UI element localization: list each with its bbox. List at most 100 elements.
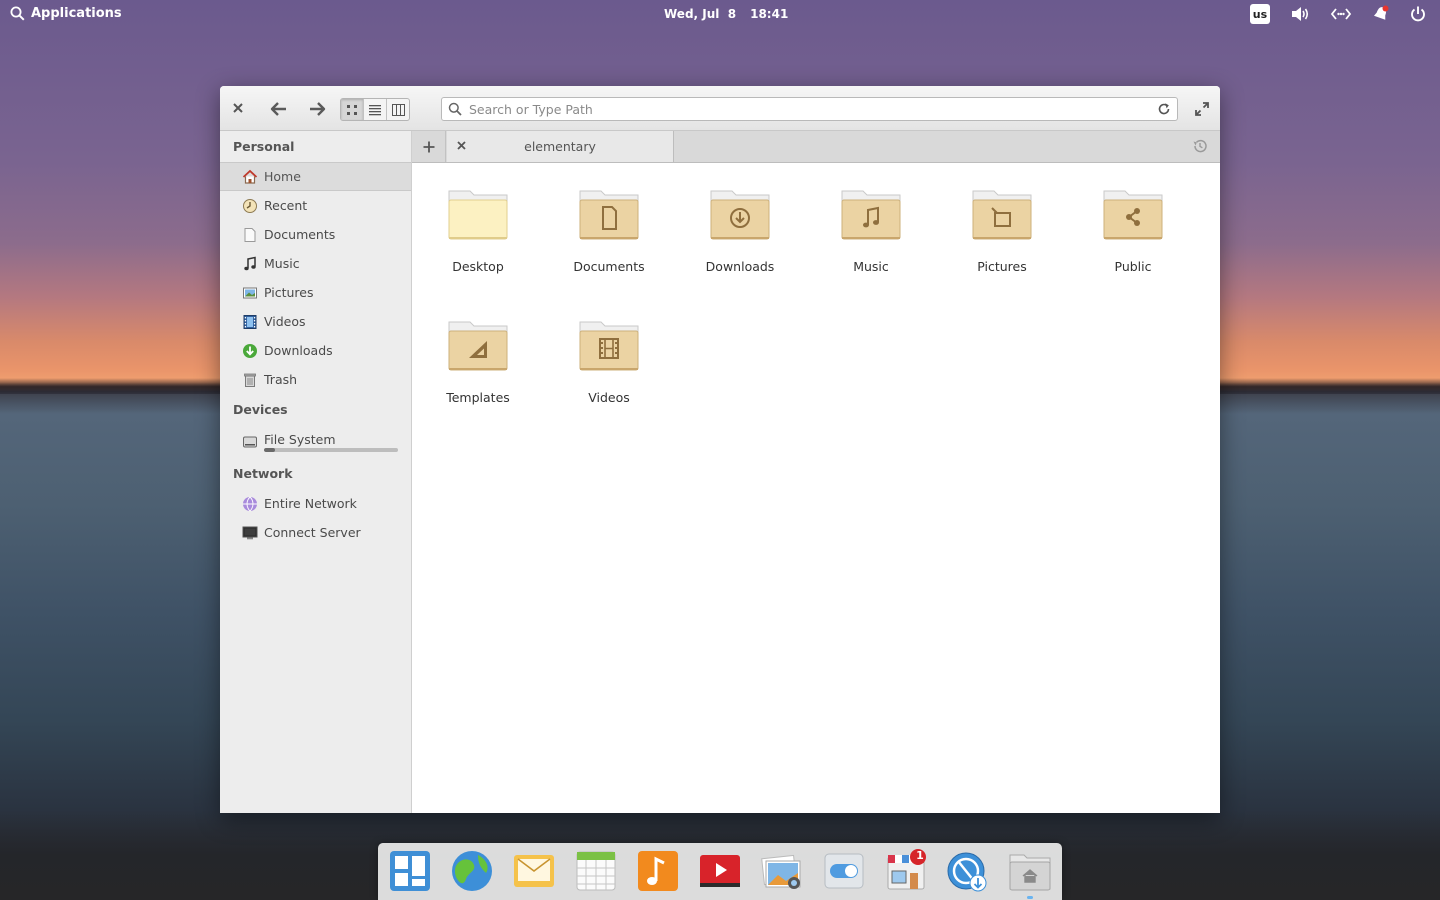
sidebar-item-home[interactable]: Home <box>220 162 411 191</box>
sidebar-heading-personal[interactable]: Personal <box>220 131 411 162</box>
folder-public-icon <box>1103 190 1163 240</box>
folder-public[interactable]: Public <box>1078 187 1188 297</box>
sidebar-item-label: Home <box>264 169 301 184</box>
close-icon <box>456 141 466 150</box>
videos-player-icon[interactable] <box>698 849 742 893</box>
time-text: 18:41 <box>750 7 789 21</box>
music-icon <box>242 256 258 272</box>
sidebar-item-entire-network[interactable]: Entire Network <box>220 489 411 518</box>
list-view-button[interactable] <box>364 99 387 120</box>
sidebar-item-videos[interactable]: Videos <box>220 307 411 336</box>
folder-music[interactable]: Music <box>816 187 926 297</box>
sidebar-item-pictures[interactable]: Pictures <box>220 278 411 307</box>
folder-documents[interactable]: Documents <box>554 187 664 297</box>
file-system-group: File System <box>264 432 398 452</box>
new-tab-button[interactable] <box>412 131 446 162</box>
multitasking-view-icon[interactable] <box>388 849 432 893</box>
header-bar <box>220 86 1220 131</box>
music-player-icon[interactable] <box>636 849 680 893</box>
location-bar <box>441 97 1178 121</box>
search-icon <box>448 102 462 116</box>
sidebar-item-recent[interactable]: Recent <box>220 191 411 220</box>
system-settings-icon[interactable] <box>822 849 866 893</box>
files-icon[interactable] <box>1008 849 1052 893</box>
calendar-icon[interactable] <box>574 849 618 893</box>
sidebar-item-music[interactable]: Music <box>220 249 411 278</box>
sidebar-item-connect-server[interactable]: Connect Server <box>220 518 411 547</box>
sidebar-item-label: Documents <box>264 227 336 242</box>
icon-view-button[interactable] <box>341 99 364 120</box>
indicator-area: us <box>1250 4 1426 24</box>
folder-templates-icon <box>448 321 508 371</box>
mail-icon[interactable] <box>512 849 556 893</box>
disk-usage-bar <box>264 447 398 452</box>
photos-icon[interactable] <box>760 849 804 893</box>
reload-icon[interactable] <box>1157 102 1171 116</box>
sidebar-item-trash[interactable]: Trash <box>220 365 411 394</box>
pictures-icon <box>242 285 258 301</box>
sidebar-item-label: Recent <box>264 198 308 213</box>
applications-menu[interactable]: Applications <box>10 6 122 21</box>
tab-close-button[interactable] <box>447 139 475 154</box>
power-icon[interactable] <box>1410 5 1426 23</box>
date-time-indicator[interactable]: Wed, Jul 8 18:41 <box>664 7 788 21</box>
maximize-icon <box>1195 102 1209 116</box>
keyboard-layout-indicator[interactable]: us <box>1250 4 1270 24</box>
folder-templates[interactable]: Templates <box>423 318 533 428</box>
folder-videos[interactable]: Videos <box>554 318 664 428</box>
list-icon <box>369 104 381 115</box>
back-button[interactable] <box>267 98 291 120</box>
folder-label: Downloads <box>705 259 775 274</box>
arrow-right-icon <box>310 102 326 116</box>
folder-documents-icon <box>579 190 639 240</box>
column-view-button[interactable] <box>387 99 409 120</box>
network-connection-icon[interactable] <box>1330 5 1352 23</box>
folder-pictures[interactable]: Pictures <box>947 187 1057 297</box>
tab-bar: elementary <box>412 131 1220 163</box>
search-icon <box>10 6 25 21</box>
folder-downloads[interactable]: Downloads <box>685 187 795 297</box>
grid-icon <box>347 104 357 115</box>
folder-label: Public <box>1114 259 1152 274</box>
folder-desktop[interactable]: Desktop <box>423 187 533 297</box>
network-icon <box>242 496 258 512</box>
downloads-icon <box>242 343 258 359</box>
document-icon <box>242 227 258 243</box>
search-path-input[interactable] <box>469 101 1157 117</box>
download-manager-icon[interactable] <box>946 849 990 893</box>
folder-label: Documents <box>573 259 645 274</box>
drive-icon <box>242 434 258 450</box>
sidebar: Personal Home Recent Documents Music Pic… <box>220 131 412 813</box>
close-window-button[interactable] <box>228 98 248 118</box>
close-icon <box>233 103 243 113</box>
sidebar-item-label: Connect Server <box>264 525 361 540</box>
sidebar-item-downloads[interactable]: Downloads <box>220 336 411 365</box>
folder-pictures-icon <box>972 190 1032 240</box>
sidebar-item-label: Entire Network <box>264 496 357 511</box>
file-view: Desktop Documents Downloads Music Pictur… <box>413 164 1220 813</box>
folder-label: Desktop <box>452 259 504 274</box>
web-browser-icon[interactable] <box>450 849 494 893</box>
folder-label: Templates <box>446 390 510 405</box>
columns-icon <box>391 103 405 116</box>
running-indicator <box>1027 896 1033 899</box>
maximize-button[interactable] <box>1192 99 1212 119</box>
sidebar-item-label: File System <box>264 431 336 447</box>
tab-elementary[interactable]: elementary <box>447 131 674 162</box>
disk-usage-fill <box>264 447 275 452</box>
folder-videos-icon <box>579 321 639 371</box>
forward-button[interactable] <box>305 98 329 120</box>
sidebar-item-label: Trash <box>264 372 298 387</box>
sidebar-item-documents[interactable]: Documents <box>220 220 411 249</box>
closed-tabs-history-button[interactable] <box>1192 138 1208 154</box>
folder-label: Music <box>853 259 889 274</box>
applications-label: Applications <box>31 6 122 21</box>
tab-label: elementary <box>524 139 596 154</box>
volume-icon[interactable] <box>1290 5 1310 23</box>
sidebar-item-file-system[interactable]: File System <box>220 425 411 458</box>
date-text: Wed, Jul 8 <box>664 7 737 21</box>
sidebar-heading-network[interactable]: Network <box>220 458 411 489</box>
folder-label: Pictures <box>977 259 1027 274</box>
sidebar-heading-devices[interactable]: Devices <box>220 394 411 425</box>
notifications-icon[interactable] <box>1372 5 1390 23</box>
